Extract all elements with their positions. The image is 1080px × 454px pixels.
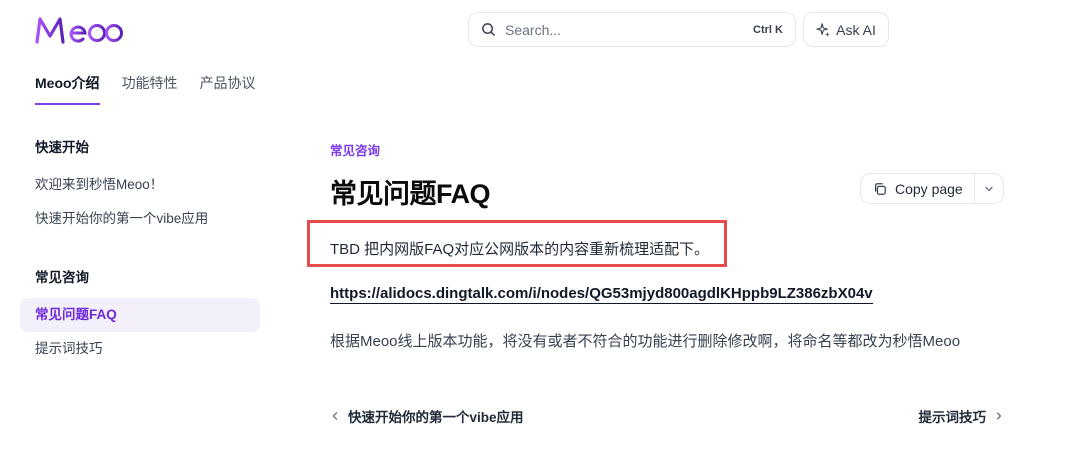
chevron-right-icon bbox=[996, 412, 1002, 420]
prev-page-link[interactable]: 快速开始你的第一个vibe应用 bbox=[330, 406, 524, 426]
body-paragraph: 根据Meoo线上版本功能，将没有或者不符合的功能进行删除修改啊，将命名等都改为秒… bbox=[330, 333, 961, 350]
ask-ai-button[interactable]: Ask AI bbox=[803, 12, 889, 47]
tbd-note: TBD 把内网版FAQ对应公网版本的内容重新梳理适配下。 bbox=[330, 241, 710, 258]
copy-page-button[interactable]: Copy page bbox=[861, 174, 975, 203]
chevron-down-icon bbox=[985, 186, 993, 191]
tab-features[interactable]: 功能特性 bbox=[122, 73, 178, 105]
sidebar-item-quickstart[interactable]: 快速开始你的第一个vibe应用 bbox=[20, 202, 260, 236]
next-page-link[interactable]: 提示词技巧 bbox=[919, 406, 1005, 426]
sidebar-section-title: 快速开始 bbox=[35, 140, 89, 155]
tab-meoo-intro[interactable]: Meoo介绍 bbox=[35, 73, 100, 105]
chevron-left-icon bbox=[332, 412, 338, 420]
sidebar-item-welcome[interactable]: 欢迎来到秒悟Meoo！ bbox=[20, 168, 260, 202]
sidebar: 快速开始 欢迎来到秒悟Meoo！ 快速开始你的第一个vibe应用 常见咨询 常见… bbox=[20, 128, 260, 366]
prev-page-label: 快速开始你的第一个vibe应用 bbox=[348, 410, 524, 425]
sidebar-item-prompt-tips[interactable]: 提示词技巧 bbox=[20, 332, 260, 366]
breadcrumb: 常见咨询 bbox=[330, 144, 381, 158]
ask-ai-label: Ask AI bbox=[836, 21, 876, 38]
sidebar-item-faq[interactable]: 常见问题FAQ bbox=[20, 298, 260, 332]
search-icon bbox=[482, 23, 495, 36]
sparkle-icon bbox=[816, 22, 831, 37]
doc-link[interactable]: https://alidocs.dingtalk.com/i/nodes/QG5… bbox=[330, 285, 873, 304]
tab-product-agreement[interactable]: 产品协议 bbox=[200, 73, 256, 105]
page-title: 常见问题FAQ bbox=[330, 179, 491, 209]
search-bar[interactable]: Search... Ctrl K bbox=[468, 12, 796, 47]
copy-page-dropdown[interactable] bbox=[975, 184, 1003, 194]
next-page-label: 提示词技巧 bbox=[918, 410, 987, 425]
search-placeholder: Search... bbox=[505, 21, 562, 38]
top-tabs: Meoo介绍 功能特性 产品协议 bbox=[35, 73, 278, 105]
sidebar-section-title: 常见咨询 bbox=[35, 270, 89, 285]
copy-page-label: Copy page bbox=[895, 180, 963, 197]
search-shortcut: Ctrl K bbox=[753, 23, 783, 36]
copy-icon bbox=[875, 182, 886, 195]
main-content: 常见咨询 常见问题FAQ Copy page TBD 把内网版FAQ对应公网版本… bbox=[307, 140, 1004, 425]
meoo-logo[interactable] bbox=[34, 14, 129, 46]
copy-page-group: Copy page bbox=[860, 173, 1004, 204]
